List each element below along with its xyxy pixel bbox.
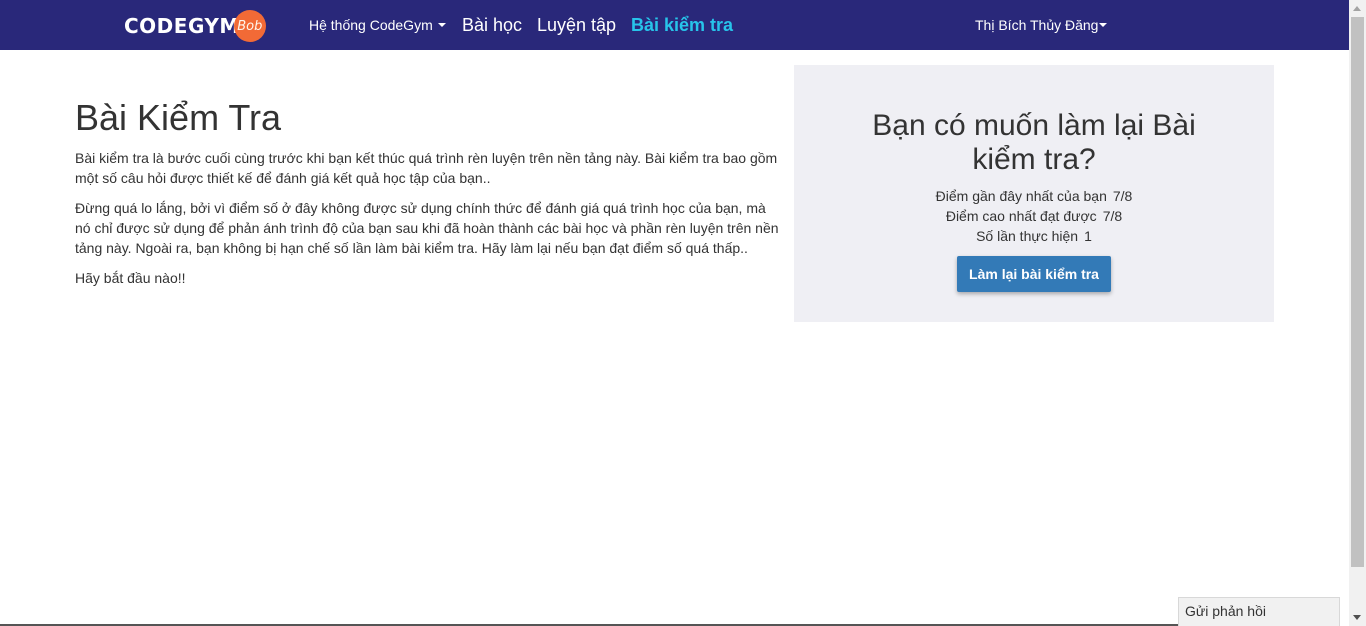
stat-value: 7/8: [1102, 208, 1123, 224]
codegym-logo[interactable]: CODEGYM Bob: [124, 9, 266, 43]
scroll-up-arrow-icon[interactable]: [1353, 6, 1361, 11]
stat-label: Điểm gần đây nhất của bạn: [935, 188, 1107, 204]
retake-test-button[interactable]: Làm lại bài kiểm tra: [957, 256, 1111, 292]
stat-attempt-count: Số lần thực hiện 1: [794, 226, 1274, 246]
scroll-down-arrow-icon[interactable]: [1353, 615, 1361, 620]
nav-test-link[interactable]: Bài kiểm tra: [631, 0, 733, 50]
caret-down-icon: [1099, 23, 1108, 27]
nav-system-dropdown[interactable]: Hệ thống CodeGym: [309, 0, 446, 50]
score-stats: Điểm gần đây nhất của bạn 7/8 Điểm cao nh…: [794, 186, 1274, 246]
caret-down-icon: [437, 23, 446, 27]
top-navbar: CODEGYM Bob Hệ thống CodeGym Bài học Luy…: [0, 0, 1349, 50]
vertical-scrollbar[interactable]: [1349, 0, 1366, 626]
stat-label: Điểm cao nhất đạt được: [945, 208, 1097, 224]
send-feedback-button[interactable]: Gửi phản hồi: [1178, 597, 1340, 626]
nav-system-label: Hệ thống CodeGym: [309, 17, 433, 33]
nav-practice-link[interactable]: Luyện tập: [537, 0, 616, 50]
stat-value: 1: [1084, 228, 1092, 244]
user-menu-dropdown[interactable]: Thị Bích Thủy Đăng: [975, 0, 1108, 50]
stat-value: 7/8: [1112, 188, 1133, 204]
logo-badge: Bob: [233, 10, 266, 42]
start-paragraph: Hãy bắt đầu nào!!: [75, 270, 186, 286]
stat-latest-score: Điểm gần đây nhất của bạn 7/8: [794, 186, 1274, 206]
stat-label: Số lần thực hiện: [976, 228, 1079, 244]
logo-text: CODEGYM: [124, 14, 240, 38]
page-title: Bài Kiểm Tra: [75, 97, 282, 138]
stat-best-score: Điểm cao nhất đạt được 7/8: [794, 206, 1274, 226]
test-intro: Bài Kiểm Tra Bài kiểm tra là bước cuối c…: [75, 96, 781, 288]
user-name: Thị Bích Thủy Đăng: [975, 17, 1099, 33]
reassurance-paragraph: Đừng quá lo lắng, bởi vì điểm số ở đây k…: [75, 200, 779, 256]
scrollbar-thumb[interactable]: [1351, 17, 1364, 567]
nav-lessons-link[interactable]: Bài học: [462, 0, 522, 50]
retake-question: Bạn có muốn làm lại Bài kiểm tra?: [872, 109, 1196, 176]
intro-paragraph: Bài kiểm tra là bước cuối cùng trước khi…: [75, 150, 778, 186]
retake-panel: Bạn có muốn làm lại Bài kiểm tra? Điểm g…: [794, 65, 1274, 322]
